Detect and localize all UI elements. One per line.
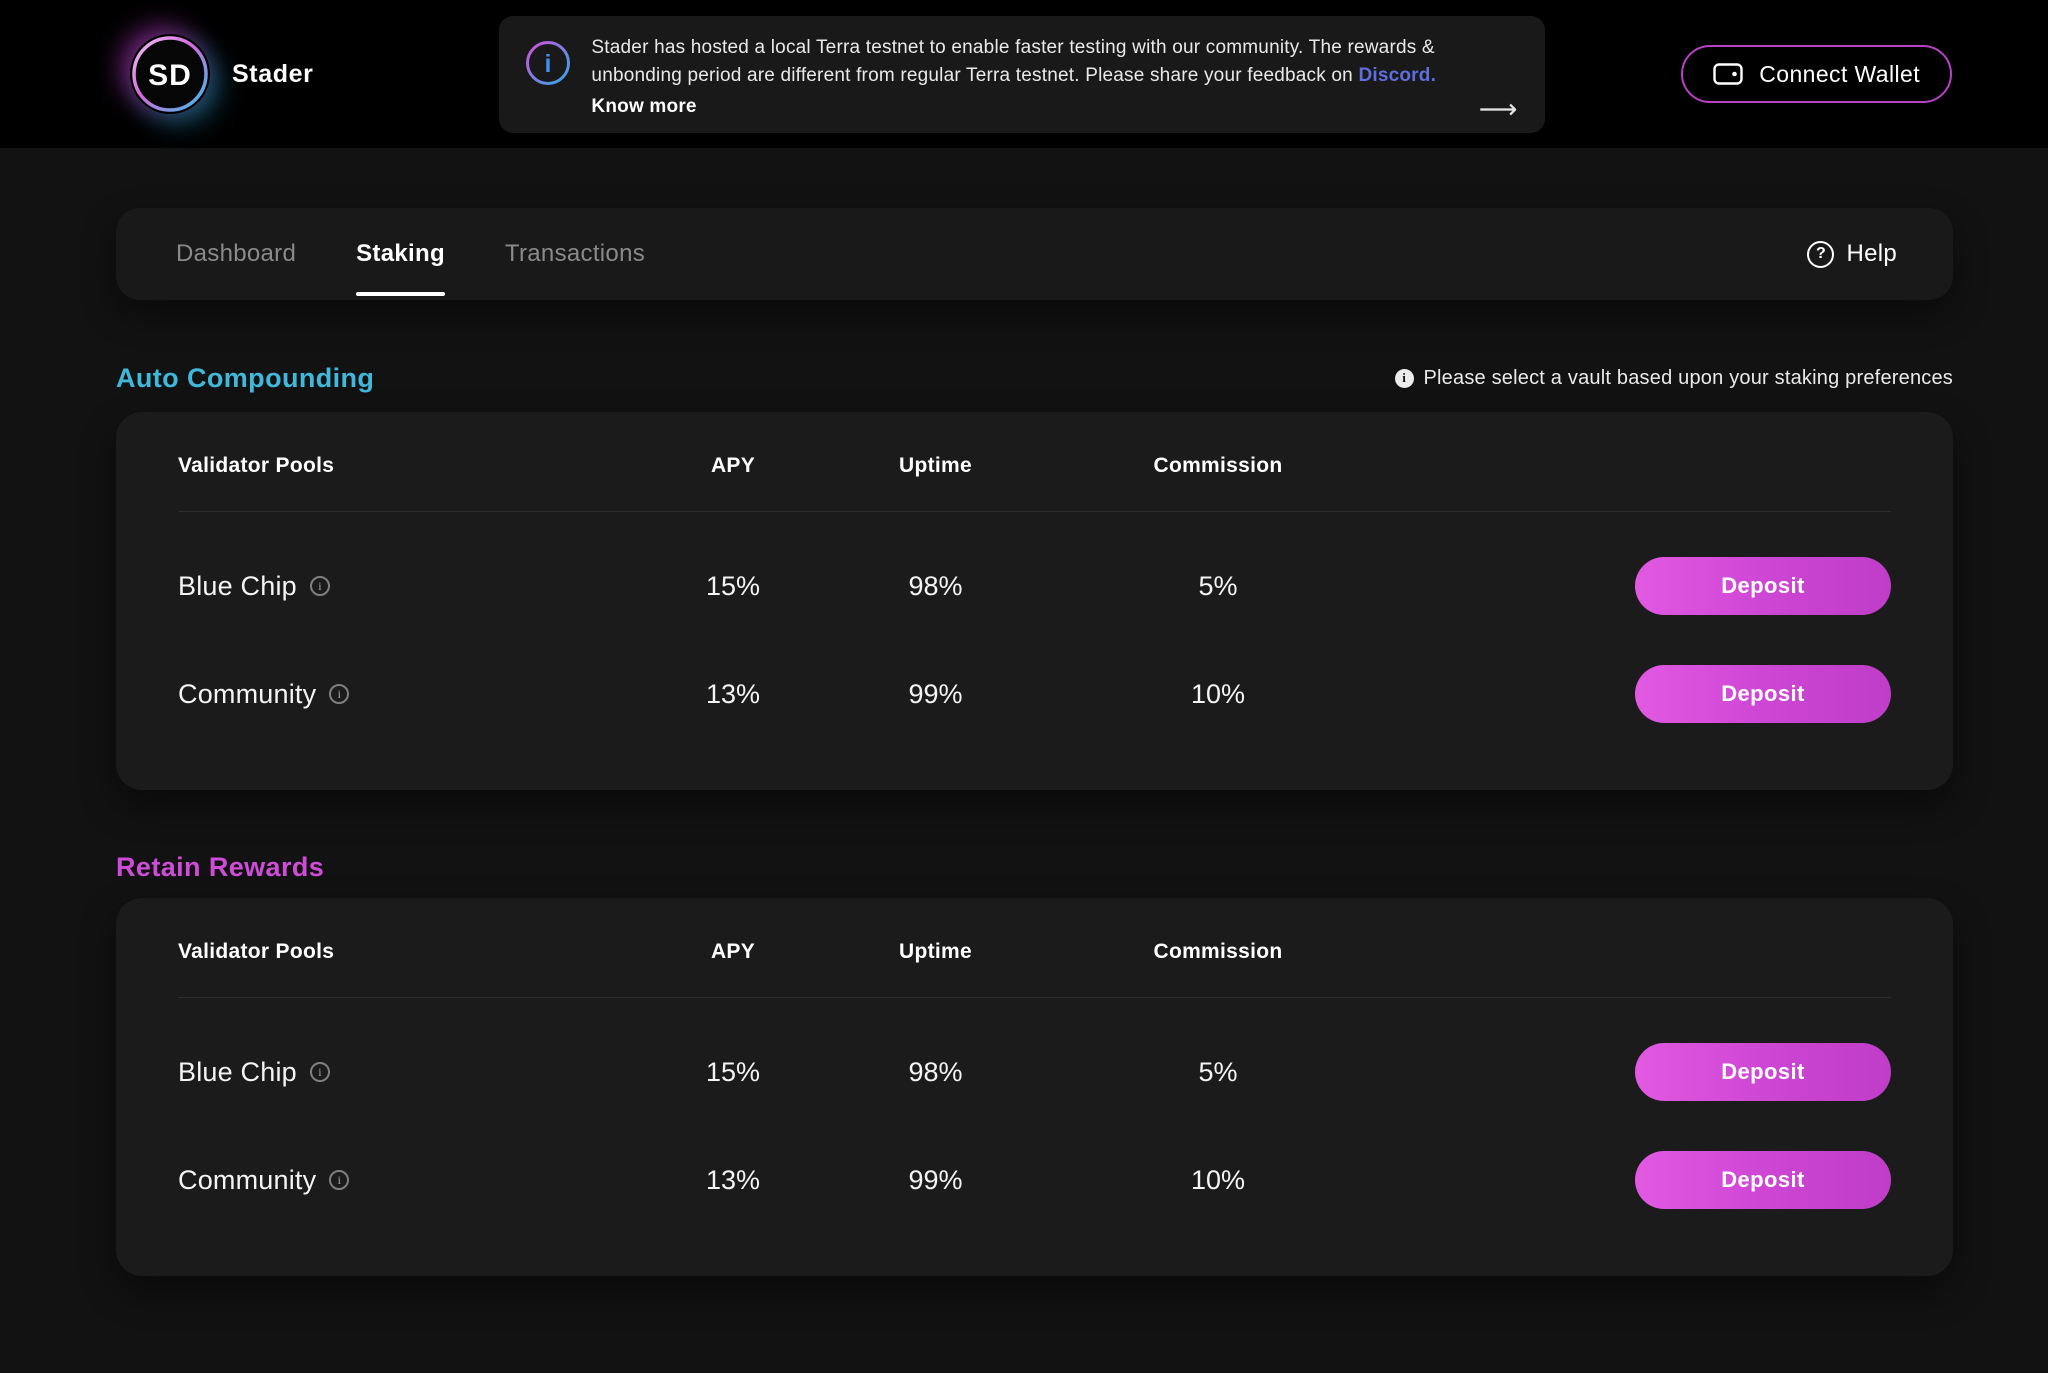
deposit-button[interactable]: Deposit	[1635, 1043, 1891, 1101]
auto-compounding-header: Auto Compounding i Please select a vault…	[116, 362, 1953, 394]
column-header-apy: APY	[648, 940, 818, 964]
svg-text:i: i	[545, 50, 552, 78]
vault-selection-note: i Please select a vault based upon your …	[1395, 367, 1954, 390]
table-row: Community i 13% 99% 10% Deposit	[178, 1126, 1891, 1234]
retain-rewards-header: Retain Rewards	[116, 851, 1953, 883]
uptime-value: 98%	[818, 571, 1053, 602]
pool-info-icon[interactable]: i	[329, 1170, 349, 1190]
auto-compounding-table: Validator Pools APY Uptime Commission Bl…	[116, 412, 1953, 790]
tab-staking[interactable]: Staking	[356, 208, 445, 300]
pool-name: Community	[178, 679, 316, 710]
retain-rewards-table: Validator Pools APY Uptime Commission Bl…	[116, 898, 1953, 1276]
deposit-button[interactable]: Deposit	[1635, 557, 1891, 615]
table-row: Community i 13% 99% 10% Deposit	[178, 640, 1891, 748]
brand-name: Stader	[232, 60, 313, 89]
section-title-auto-compounding: Auto Compounding	[116, 363, 374, 394]
vault-selection-note-text: Please select a vault based upon your st…	[1424, 367, 1954, 390]
column-header-validator-pools: Validator Pools	[178, 454, 648, 478]
deposit-button[interactable]: Deposit	[1635, 1151, 1891, 1209]
deposit-button[interactable]: Deposit	[1635, 665, 1891, 723]
column-header-uptime: Uptime	[818, 454, 1053, 478]
pool-name-cell: Community i	[178, 679, 648, 710]
apy-value: 15%	[648, 571, 818, 602]
uptime-value: 99%	[818, 1165, 1053, 1196]
banner-text-block: Stader has hosted a local Terra testnet …	[591, 34, 1519, 119]
wallet-icon	[1713, 62, 1743, 86]
question-mark-icon: ?	[1807, 241, 1834, 268]
pool-info-icon[interactable]: i	[310, 576, 330, 596]
svg-text:SD: SD	[148, 59, 192, 92]
apy-value: 13%	[648, 1165, 818, 1196]
top-header: SD Stader i Stader has hosted a local Te…	[0, 0, 2048, 148]
column-header-commission: Commission	[1053, 454, 1383, 478]
table-row: Blue Chip i 15% 98% 5% Deposit	[178, 532, 1891, 640]
banner-message-text: Stader has hosted a local Terra testnet …	[591, 37, 1434, 87]
connect-wallet-label: Connect Wallet	[1759, 61, 1920, 88]
info-filled-icon: i	[1395, 369, 1414, 388]
pool-name-cell: Blue Chip i	[178, 1057, 648, 1088]
column-header-validator-pools: Validator Pools	[178, 940, 648, 964]
column-header-uptime: Uptime	[818, 940, 1053, 964]
tab-bar: Dashboard Staking Transactions ? Help	[116, 208, 1953, 300]
pool-name-cell: Blue Chip i	[178, 571, 648, 602]
arrow-right-icon[interactable]: ⟶	[1479, 96, 1518, 123]
uptime-value: 98%	[818, 1057, 1053, 1088]
table-row: Blue Chip i 15% 98% 5% Deposit	[178, 1018, 1891, 1126]
apy-value: 13%	[648, 679, 818, 710]
help-label: Help	[1846, 240, 1897, 268]
stader-logo-icon: SD	[130, 34, 210, 114]
pool-info-icon[interactable]: i	[310, 1062, 330, 1082]
column-header-commission: Commission	[1053, 940, 1383, 964]
pool-name: Community	[178, 1165, 316, 1196]
pool-info-icon[interactable]: i	[329, 684, 349, 704]
commission-value: 5%	[1053, 571, 1383, 602]
know-more-link[interactable]: Know more	[591, 96, 1519, 118]
section-title-retain-rewards: Retain Rewards	[116, 852, 324, 883]
pool-name: Blue Chip	[178, 1057, 297, 1088]
banner-message: Stader has hosted a local Terra testnet …	[591, 34, 1519, 91]
tab-transactions[interactable]: Transactions	[505, 208, 645, 300]
testnet-banner: i Stader has hosted a local Terra testne…	[499, 16, 1545, 133]
pool-name: Blue Chip	[178, 571, 297, 602]
column-header-apy: APY	[648, 454, 818, 478]
apy-value: 15%	[648, 1057, 818, 1088]
page-content: Dashboard Staking Transactions ? Help Au…	[0, 208, 2048, 1276]
pool-name-cell: Community i	[178, 1165, 648, 1196]
table-header-row: Validator Pools APY Uptime Commission	[178, 940, 1891, 998]
tabs: Dashboard Staking Transactions	[176, 208, 645, 300]
help-button[interactable]: ? Help	[1807, 240, 1897, 268]
discord-link[interactable]: Discord.	[1358, 65, 1436, 86]
uptime-value: 99%	[818, 679, 1053, 710]
commission-value: 10%	[1053, 679, 1383, 710]
info-circle-icon: i	[525, 40, 571, 119]
connect-wallet-button[interactable]: Connect Wallet	[1681, 45, 1952, 103]
stader-logo[interactable]: SD	[130, 34, 210, 114]
commission-value: 10%	[1053, 1165, 1383, 1196]
table-header-row: Validator Pools APY Uptime Commission	[178, 454, 1891, 512]
commission-value: 5%	[1053, 1057, 1383, 1088]
tab-dashboard[interactable]: Dashboard	[176, 208, 296, 300]
